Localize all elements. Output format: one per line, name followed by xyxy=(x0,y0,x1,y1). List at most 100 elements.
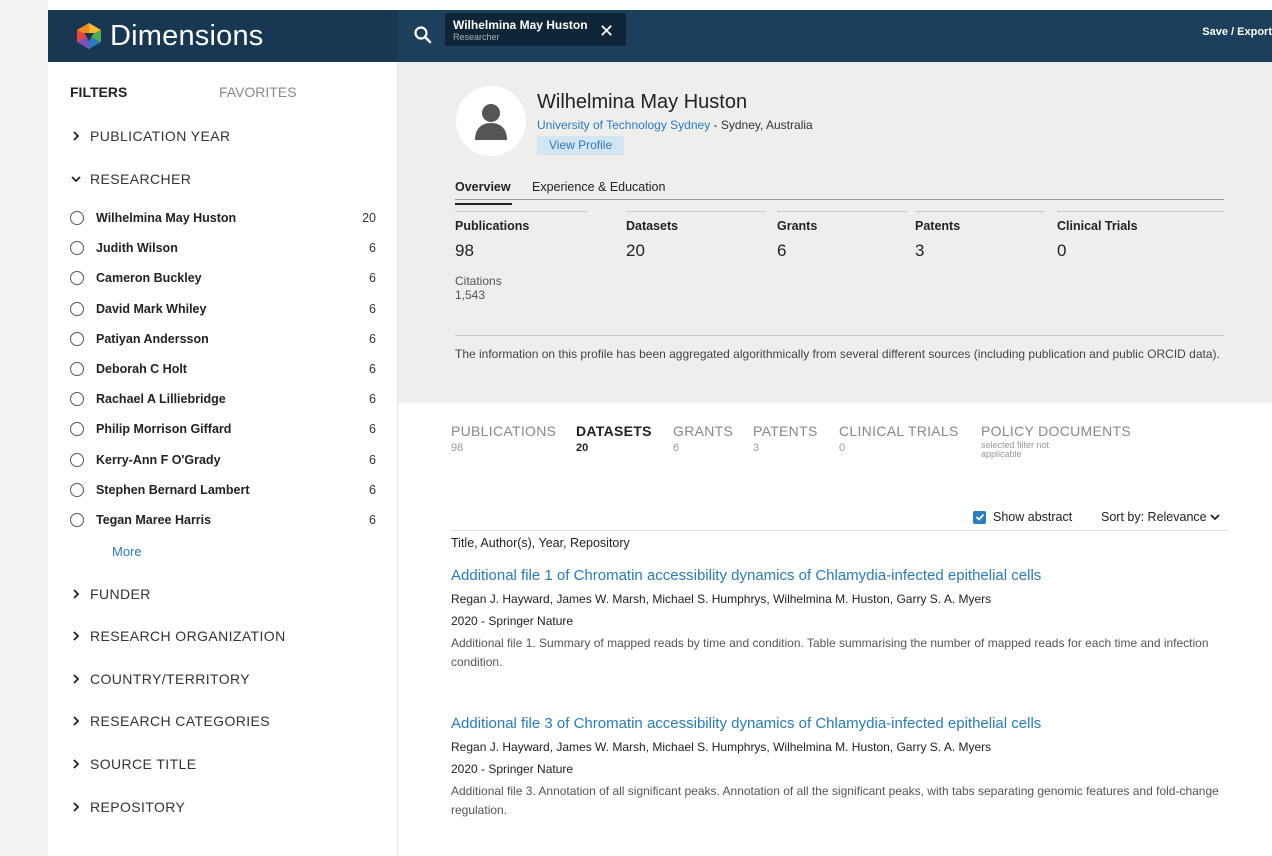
left-gutter xyxy=(0,0,48,856)
search-icon[interactable] xyxy=(412,24,434,46)
tab-overview[interactable]: Overview xyxy=(455,180,512,205)
radio-button[interactable] xyxy=(70,422,84,437)
tab-patents[interactable]: PATENTS 3 xyxy=(753,423,818,454)
radio-button[interactable] xyxy=(70,452,84,467)
logo[interactable]: Dimensions xyxy=(48,10,398,62)
researcher-name: Philip Morrison Giffard xyxy=(96,422,232,437)
sort-label: Sort by: Relevance xyxy=(1101,510,1207,524)
filter-researcher[interactable]: RESEARCHER xyxy=(70,171,191,187)
researcher-count: 6 xyxy=(369,482,376,497)
metric-label: Clinical Trials xyxy=(1057,219,1138,233)
chevron-right-icon xyxy=(73,802,80,812)
filter-label: RESEARCH CATEGORIES xyxy=(90,713,271,729)
metric-value: 6 xyxy=(777,241,787,260)
metric-patents: Patents 3 xyxy=(915,211,1045,291)
researcher-option[interactable]: Cameron Buckley 6 xyxy=(70,263,376,293)
metric-value: 0 xyxy=(1057,241,1067,260)
tab-datasets[interactable]: DATASETS 20 xyxy=(576,423,652,454)
researcher-count: 6 xyxy=(369,362,376,377)
researcher-option[interactable]: Judith Wilson 6 xyxy=(70,233,376,263)
result-title-link[interactable]: Additional file 3 of Chromatin accessibi… xyxy=(451,715,1228,732)
filter-research-categories[interactable]: RESEARCH CATEGORIES xyxy=(70,713,270,729)
metric-label: Grants xyxy=(777,219,818,233)
location: - Sydney, Australia xyxy=(710,118,813,132)
radio-button[interactable] xyxy=(70,211,84,226)
researcher-name: Deborah C Holt xyxy=(96,362,187,377)
tab-label: DATASETS xyxy=(576,423,652,439)
metric-label: Patents xyxy=(915,219,961,233)
filter-publication-year[interactable]: PUBLICATION YEAR xyxy=(70,128,230,144)
researcher-count: 6 xyxy=(369,271,376,286)
tab-label: CLINICAL TRIALS xyxy=(839,423,959,439)
organization-link[interactable]: University of Technology Sydney xyxy=(537,118,710,132)
filter-repository[interactable]: REPOSITORY xyxy=(70,799,185,815)
tab-count: 20 xyxy=(576,442,589,454)
tab-clinical-trials[interactable]: CLINICAL TRIALS 0 xyxy=(839,423,959,454)
sort-dropdown[interactable]: Sort by: Relevance xyxy=(1101,510,1221,524)
researcher-name: Rachael A Lilliebridge xyxy=(96,392,226,407)
filter-country-territory[interactable]: COUNTRY/TERRITORY xyxy=(70,671,250,687)
radio-button[interactable] xyxy=(70,241,84,256)
researcher-option[interactable]: Philip Morrison Giffard 6 xyxy=(70,414,376,444)
tab-favorites[interactable]: FAVORITES xyxy=(219,84,297,100)
result-authors: Regan J. Hayward, James W. Marsh, Michae… xyxy=(451,740,992,754)
column-header: Title, Author(s), Year, Repository xyxy=(451,536,630,550)
search-filter-chip[interactable]: Wilhelmina May Huston Researcher ✕ xyxy=(445,13,626,46)
researcher-name: David Mark Whiley xyxy=(96,301,207,316)
radio-button[interactable] xyxy=(70,512,84,527)
show-abstract-label: Show abstract xyxy=(993,510,1073,524)
radio-button[interactable] xyxy=(70,362,84,377)
view-profile-button[interactable]: View Profile xyxy=(537,136,625,155)
researcher-option[interactable]: Rachael A Lilliebridge 6 xyxy=(70,384,376,414)
researcher-name: Judith Wilson xyxy=(96,241,178,256)
researcher-count: 6 xyxy=(369,241,376,256)
radio-button[interactable] xyxy=(70,482,84,497)
researcher-option[interactable]: Stephen Bernard Lambert 6 xyxy=(70,475,376,505)
more-researchers-link[interactable]: More xyxy=(112,544,142,559)
researcher-count: 6 xyxy=(369,301,376,316)
filter-funder[interactable]: FUNDER xyxy=(70,586,151,602)
show-abstract-toggle[interactable]: Show abstract xyxy=(973,510,1072,524)
researcher-option[interactable]: Deborah C Holt 6 xyxy=(70,354,376,384)
save-export-button[interactable]: Save / Export xyxy=(1202,26,1272,38)
chevron-right-icon xyxy=(73,131,80,141)
tab-experience-education[interactable]: Experience & Education xyxy=(532,180,665,194)
tab-publications[interactable]: PUBLICATIONS 98 xyxy=(451,423,556,454)
filter-sidebar: FILTERS FAVORITES PUBLICATION YEAR RESEA… xyxy=(48,62,398,856)
filter-label: RESEARCHER xyxy=(90,171,192,187)
filter-label: RESEARCH ORGANIZATION xyxy=(90,628,286,644)
chip-name: Wilhelmina May Huston xyxy=(453,18,588,32)
logo-text: Dimensions xyxy=(110,19,264,52)
researcher-option[interactable]: Wilhelmina May Huston 20 xyxy=(70,203,376,233)
tab-count: 0 xyxy=(839,442,846,454)
radio-button[interactable] xyxy=(70,331,84,346)
researcher-option[interactable]: Kerry-Ann F O'Grady 6 xyxy=(70,445,376,475)
researcher-name: Stephen Bernard Lambert xyxy=(96,482,250,497)
result-title-link[interactable]: Additional file 1 of Chromatin accessibi… xyxy=(451,567,1228,584)
metric-clinical-trials: Clinical Trials 0 xyxy=(1057,211,1224,291)
filter-label: COUNTRY/TERRITORY xyxy=(90,671,251,687)
tab-note: selected filter not applicable xyxy=(981,440,1050,459)
tab-grants[interactable]: GRANTS 6 xyxy=(673,423,733,454)
researcher-option[interactable]: David Mark Whiley 6 xyxy=(70,294,376,324)
researcher-list: Wilhelmina May Huston 20 Judith Wilson 6 C… xyxy=(70,203,376,535)
filter-research-organization[interactable]: RESEARCH ORGANIZATION xyxy=(70,628,286,644)
tab-count: 3 xyxy=(753,442,760,454)
researcher-count: 6 xyxy=(369,331,376,346)
checkbox[interactable] xyxy=(973,510,986,524)
researcher-count: 6 xyxy=(369,452,376,467)
radio-button[interactable] xyxy=(70,271,84,286)
close-icon[interactable]: ✕ xyxy=(599,22,614,40)
tab-label: POLICY DOCUMENTS xyxy=(981,423,1132,439)
metric-label: Publications xyxy=(455,219,530,233)
filter-source-title[interactable]: SOURCE TITLE xyxy=(70,756,196,772)
avatar xyxy=(456,86,526,156)
chevron-right-icon xyxy=(73,631,80,641)
researcher-option[interactable]: Tegan Maree Harris 6 xyxy=(70,505,376,535)
radio-button[interactable] xyxy=(70,301,84,316)
researcher-option[interactable]: Patiyan Andersson 6 xyxy=(70,324,376,354)
radio-button[interactable] xyxy=(70,392,84,407)
tab-filters[interactable]: FILTERS xyxy=(70,84,127,100)
tab-policy-documents[interactable]: POLICY DOCUMENTS selected filter not app… xyxy=(981,423,1131,459)
metric-value: 20 xyxy=(626,241,645,260)
